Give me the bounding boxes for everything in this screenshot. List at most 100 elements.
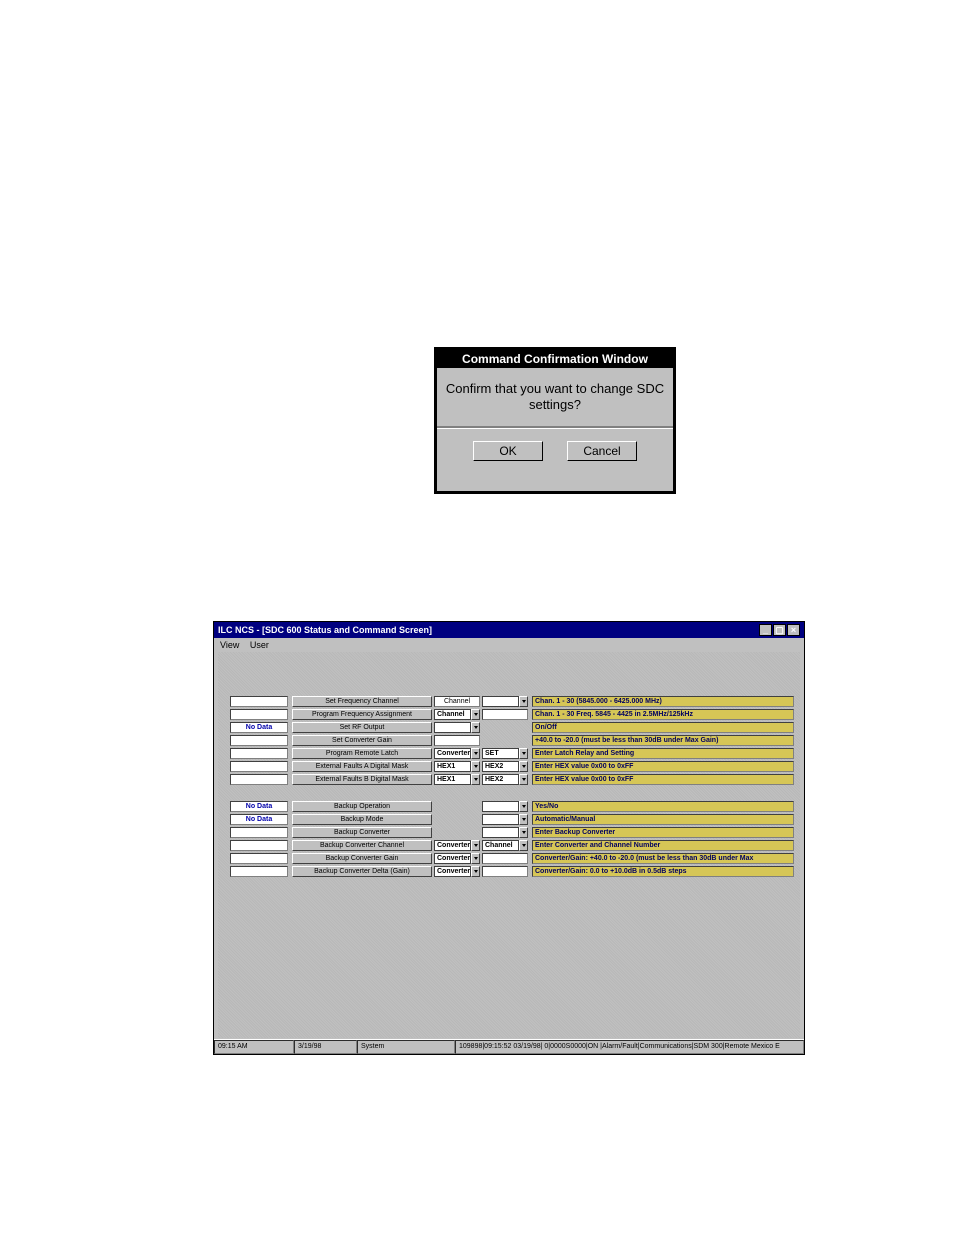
- command-label[interactable]: Set Frequency Channel: [292, 696, 432, 707]
- param1-dropdown[interactable]: Converter: [434, 748, 480, 759]
- chevron-down-icon[interactable]: [519, 827, 528, 838]
- command-label[interactable]: Backup Converter Delta (Gain): [292, 866, 432, 877]
- chevron-down-icon[interactable]: [471, 761, 480, 772]
- chevron-down-icon[interactable]: [519, 774, 528, 785]
- menubar: View User: [214, 638, 804, 652]
- chevron-down-icon[interactable]: [471, 866, 480, 877]
- form-row: Backup Converter Delta (Gain)Converter Co…: [218, 866, 800, 877]
- command-label[interactable]: External Faults A Digital Mask: [292, 761, 432, 772]
- param2-dropdown[interactable]: [482, 696, 528, 707]
- command-confirmation-dialog: Command Confirmation Window Confirm that…: [434, 347, 676, 494]
- status-cell: [230, 709, 288, 720]
- hint-text: Enter Backup Converter: [532, 827, 794, 838]
- status-cell: [230, 840, 288, 851]
- form-row: Backup Converter ChannelConverter Channel…: [218, 840, 800, 851]
- chevron-down-icon[interactable]: [519, 840, 528, 851]
- param1-dropdown[interactable]: Converter: [434, 853, 480, 864]
- main-window: ILC NCS - [SDC 600 Status and Command Sc…: [213, 621, 805, 1055]
- minimize-icon[interactable]: _: [759, 624, 772, 636]
- param1-dropdown[interactable]: Converter: [434, 866, 480, 877]
- status-cell: [230, 774, 288, 785]
- form-row: Set Converter Gain +40.0 to -20.0 (must b…: [218, 735, 800, 746]
- chevron-down-icon[interactable]: [471, 748, 480, 759]
- form-row: No DataBackup ModeAutomatic/Manual: [218, 814, 800, 825]
- app-titlebar: ILC NCS - [SDC 600 Status and Command Sc…: [214, 622, 804, 638]
- dialog-button-row: OK Cancel: [437, 429, 673, 473]
- dropdown-value: HEX2: [482, 774, 519, 785]
- statusbar: 09:15 AM 3/19/98 System 109898|09:15:52 …: [214, 1039, 804, 1054]
- chevron-down-icon[interactable]: [471, 853, 480, 864]
- command-label[interactable]: Program Remote Latch: [292, 748, 432, 759]
- chevron-down-icon[interactable]: [519, 761, 528, 772]
- param2-dropdown[interactable]: [482, 801, 528, 812]
- command-label[interactable]: Backup Mode: [292, 814, 432, 825]
- param1-dropdown[interactable]: HEX1: [434, 761, 480, 772]
- param1-dropdown[interactable]: [434, 722, 480, 733]
- hint-text: Chan. 1 - 30 Freq. 5845 - 4425 in 2.5MHz…: [532, 709, 794, 720]
- command-label[interactable]: Set RF Output: [292, 722, 432, 733]
- param2-field[interactable]: [482, 866, 528, 877]
- dropdown-value: HEX1: [434, 774, 471, 785]
- param2-dropdown[interactable]: SET: [482, 748, 528, 759]
- param1-field[interactable]: [434, 735, 480, 746]
- status-cell: [230, 735, 288, 746]
- chevron-down-icon[interactable]: [519, 748, 528, 759]
- command-label[interactable]: External Faults B Digital Mask: [292, 774, 432, 785]
- chevron-down-icon[interactable]: [471, 709, 480, 720]
- chevron-down-icon[interactable]: [519, 801, 528, 812]
- param1-field[interactable]: Channel: [434, 696, 480, 707]
- status-cell: No Data: [230, 814, 288, 825]
- dropdown-value: [482, 814, 519, 825]
- command-label[interactable]: Backup Operation: [292, 801, 432, 812]
- chevron-down-icon[interactable]: [519, 696, 528, 707]
- command-label[interactable]: Program Frequency Assignment: [292, 709, 432, 720]
- app-title: ILC NCS - [SDC 600 Status and Command Sc…: [218, 625, 432, 635]
- dropdown-value: Converter: [434, 866, 471, 877]
- form-row: No DataSet RF OutputOn/Off: [218, 722, 800, 733]
- param2-dropdown[interactable]: [482, 827, 528, 838]
- dropdown-value: Converter: [434, 748, 471, 759]
- ok-button[interactable]: OK: [473, 441, 543, 461]
- status-cell: [230, 853, 288, 864]
- chevron-down-icon[interactable]: [519, 814, 528, 825]
- status-user: System: [357, 1040, 455, 1054]
- status-cell: [230, 827, 288, 838]
- form-row: Program Remote LatchConverterSETEnter La…: [218, 748, 800, 759]
- status-time: 09:15 AM: [214, 1040, 294, 1054]
- command-label[interactable]: Backup Converter Channel: [292, 840, 432, 851]
- command-label[interactable]: Set Converter Gain: [292, 735, 432, 746]
- hint-text: +40.0 to -20.0 (must be less than 30dB u…: [532, 735, 794, 746]
- dropdown-value: Converter: [434, 853, 471, 864]
- cancel-button[interactable]: Cancel: [567, 441, 637, 461]
- param2-dropdown[interactable]: Channel: [482, 840, 528, 851]
- dropdown-value: Converter: [434, 840, 471, 851]
- hint-text: Enter HEX value 0x00 to 0xFF: [532, 774, 794, 785]
- hint-text: Converter/Gain: 0.0 to +10.0dB in 0.5dB …: [532, 866, 794, 877]
- dropdown-value: SET: [482, 748, 519, 759]
- param1-dropdown[interactable]: Channel: [434, 709, 480, 720]
- hint-text: Enter Converter and Channel Number: [532, 840, 794, 851]
- chevron-down-icon[interactable]: [471, 722, 480, 733]
- dropdown-value: [434, 722, 471, 733]
- hint-text: Yes/No: [532, 801, 794, 812]
- param2-dropdown[interactable]: [482, 814, 528, 825]
- status-log: 109898|09:15:52 03/19/98| 0|0000S0000|ON…: [455, 1040, 804, 1054]
- dropdown-value: Channel: [482, 840, 519, 851]
- param2-dropdown[interactable]: HEX2: [482, 761, 528, 772]
- param1-dropdown[interactable]: Converter: [434, 840, 480, 851]
- chevron-down-icon[interactable]: [471, 840, 480, 851]
- command-label[interactable]: Backup Converter Gain: [292, 853, 432, 864]
- param2-field[interactable]: [482, 709, 528, 720]
- command-label[interactable]: Backup Converter: [292, 827, 432, 838]
- menu-user[interactable]: User: [250, 640, 269, 650]
- hint-text: Enter HEX value 0x00 to 0xFF: [532, 761, 794, 772]
- param2-field[interactable]: [482, 853, 528, 864]
- param2-dropdown[interactable]: HEX2: [482, 774, 528, 785]
- maximize-icon[interactable]: ▢: [773, 624, 786, 636]
- close-icon[interactable]: ×: [787, 624, 800, 636]
- menu-view[interactable]: View: [220, 640, 239, 650]
- hint-text: Converter/Gain: +40.0 to -20.0 (must be …: [532, 853, 794, 864]
- chevron-down-icon[interactable]: [471, 774, 480, 785]
- param1-dropdown[interactable]: HEX1: [434, 774, 480, 785]
- status-cell: [230, 696, 288, 707]
